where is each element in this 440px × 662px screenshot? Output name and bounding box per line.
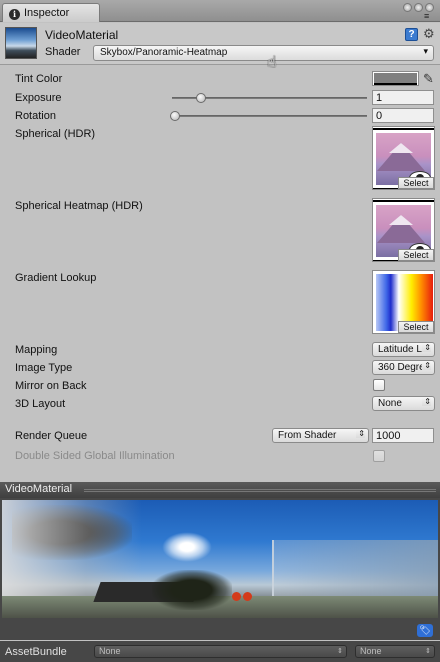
asset-bundle-variant-value: None (360, 646, 382, 656)
rotation-field[interactable]: 0 (372, 108, 434, 123)
preview-title: VideoMaterial (5, 483, 73, 495)
3d-layout-dropdown[interactable]: None ⇕ (372, 396, 435, 411)
spherical-heatmap-texture-slot[interactable]: Select (372, 198, 435, 262)
dropdown-arrow-icon: ▾ (423, 46, 428, 56)
image-type-dropdown[interactable]: 360 Degre ⇕ (372, 360, 435, 375)
mapping-value: Latitude Lo (378, 344, 428, 355)
preview-sun (162, 532, 212, 562)
material-preview-thumbnail (5, 27, 37, 59)
material-name: VideoMaterial (45, 28, 119, 42)
asset-bundle-variant-dropdown[interactable]: None ⇕ (355, 645, 435, 658)
mapping-dropdown[interactable]: Latitude Lo ⇕ (372, 342, 435, 357)
updown-arrow-icon: ⇕ (422, 361, 431, 370)
tint-color-field[interactable] (372, 71, 419, 86)
spherical-heatmap-select-button[interactable]: Select (398, 249, 434, 261)
updown-arrow-icon: ⇕ (422, 343, 431, 352)
exposure-label: Exposure (15, 92, 62, 104)
mapping-label: Mapping (15, 344, 58, 356)
spherical-label: Spherical (HDR) (15, 128, 96, 140)
rotation-slider-thumb[interactable] (170, 111, 180, 121)
exposure-slider-thumb[interactable] (196, 93, 207, 103)
panel-menu-icon[interactable]: ≡ (424, 12, 429, 21)
mirror-on-back-label: Mirror on Back (15, 380, 87, 392)
asset-bundle-name-value: None (99, 646, 121, 656)
tab-inspector[interactable]: i Inspector (2, 3, 100, 22)
asset-bundle-name-dropdown[interactable]: None ⇕ (94, 645, 347, 658)
rotation-slider-track[interactable] (172, 115, 367, 117)
texture-top-bar (373, 128, 434, 130)
image-type-value: 360 Degre (378, 362, 425, 373)
image-type-label: Image Type (15, 362, 73, 374)
spherical-heatmap-label: Spherical Heatmap (HDR) (15, 200, 143, 212)
gradient-lookup-select-button[interactable]: Select (398, 321, 434, 333)
gradient-lookup-label: Gradient Lookup (15, 272, 97, 284)
preview-area (0, 498, 440, 640)
shader-label: Shader (45, 46, 81, 58)
updown-arrow-icon: ⇕ (425, 648, 431, 655)
maximize-button[interactable] (414, 3, 423, 12)
updown-arrow-icon: ⇕ (356, 429, 365, 438)
spherical-texture-slot[interactable]: Select (372, 126, 435, 190)
mountain-snow-icon (389, 143, 413, 153)
render-queue-source-dropdown[interactable]: From Shader ⇕ (272, 428, 369, 443)
preview-red-markers (232, 592, 256, 602)
tab-bar: i Inspector (0, 0, 440, 22)
tint-color-label: Tint Color (15, 73, 63, 85)
texture-top-bar (373, 200, 434, 202)
asset-bundle-row: AssetBundle None ⇕ None ⇕ (0, 641, 440, 662)
inspector-info-icon: i (9, 9, 20, 20)
gradient-lookup-texture-slot[interactable]: Select (372, 270, 435, 334)
updown-arrow-icon: ⇕ (337, 648, 343, 655)
mirror-on-back-checkbox[interactable] (373, 379, 385, 391)
asset-bundle-label: AssetBundle (5, 646, 67, 658)
spherical-select-button[interactable]: Select (398, 177, 434, 189)
3d-layout-value: None (378, 398, 402, 409)
tint-color-swatch (374, 73, 417, 83)
render-queue-field[interactable]: 1000 (372, 428, 434, 443)
tab-inspector-label: Inspector (24, 7, 70, 19)
double-sided-gi-checkbox (373, 450, 385, 462)
preview-tree-cluster (152, 570, 232, 610)
render-queue-source-value: From Shader (278, 430, 337, 441)
label-tag-icon[interactable]: 🏷 (417, 624, 433, 637)
shader-dropdown-value: Skybox/Panoramic-Heatmap (100, 47, 228, 58)
help-book-icon[interactable]: ? (405, 28, 418, 41)
eyedropper-icon[interactable]: ✎ (423, 71, 434, 87)
rotation-label: Rotation (15, 110, 56, 122)
minimize-button[interactable] (403, 3, 412, 12)
double-sided-gi-label: Double Sided Global Illumination (15, 450, 175, 462)
mountain-snow-icon (389, 215, 413, 225)
tint-alpha-bar (374, 83, 417, 85)
gear-icon[interactable]: ⚙ (423, 26, 435, 42)
panorama-preview-image[interactable] (2, 500, 438, 618)
3d-layout-label: 3D Layout (15, 398, 66, 410)
hand-cursor-icon: ☝ (267, 54, 277, 71)
exposure-field[interactable]: 1 (372, 90, 434, 105)
preview-header[interactable]: VideoMaterial (0, 482, 440, 498)
updown-arrow-icon: ⇕ (422, 397, 431, 406)
material-header: VideoMaterial Shader Skybox/Panoramic-He… (0, 23, 440, 65)
preview-resize-grip[interactable] (84, 489, 436, 492)
render-queue-label: Render Queue (15, 430, 88, 442)
shader-dropdown[interactable]: Skybox/Panoramic-Heatmap ▾ (93, 45, 434, 61)
